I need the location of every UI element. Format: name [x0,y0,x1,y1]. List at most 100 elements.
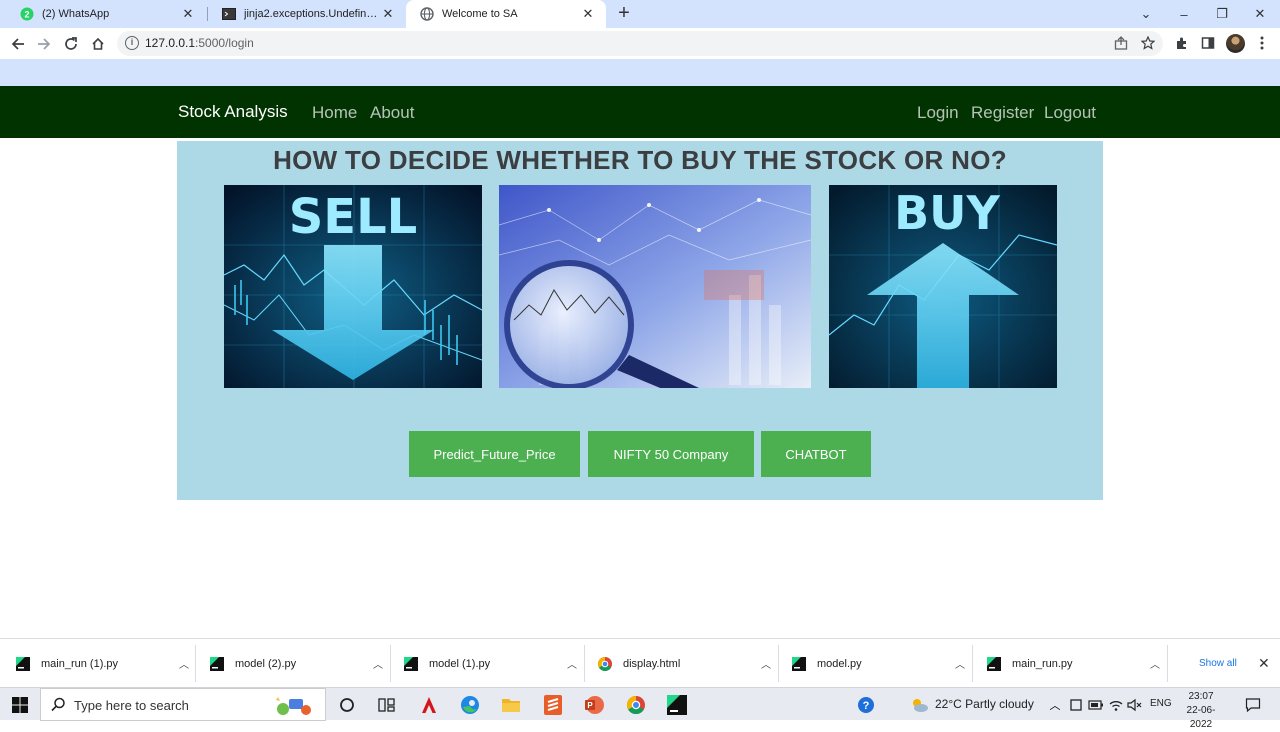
weather-text[interactable]: 22°C Partly cloudy [935,697,1034,711]
taskbar-search-box[interactable]: Type here to search [40,688,326,721]
address-bar[interactable]: i 127.0.0.1:5000/login [117,31,1163,56]
battery-icon[interactable] [1086,695,1106,715]
search-placeholder: Type here to search [74,698,189,713]
svg-text:2: 2 [24,10,29,20]
stock-analysis-image [499,185,811,388]
site-info-icon[interactable]: i [125,36,139,50]
hero-section: HOW TO DECIDE WHETHER TO BUY THE STOCK O… [177,141,1103,500]
chatbot-button[interactable]: CHATBOT [761,431,871,477]
pycharm-file-icon [987,656,1001,671]
download-item[interactable]: main_run (1).py ︿ [0,639,194,688]
chevron-up-icon[interactable]: ︿ [368,656,388,671]
wifi-icon[interactable] [1106,695,1126,715]
nav-register-link[interactable]: Register [971,103,1034,123]
chevron-up-icon[interactable]: ︿ [1145,656,1165,671]
bookmark-star-icon[interactable] [1140,35,1156,51]
home-icon[interactable] [88,34,108,54]
chrome-icon[interactable] [626,695,646,715]
url-text: 127.0.0.1:5000/login [145,36,254,50]
svg-text:SELL: SELL [289,189,418,245]
whatsapp-icon: 2 [20,7,34,21]
nav-login-link[interactable]: Login [917,103,959,123]
pycharm-file-icon [16,656,30,671]
maximize-icon[interactable]: ❐ [1203,0,1241,28]
sell-image: SELL [224,185,482,388]
side-panel-icon[interactable] [1200,35,1216,51]
taskbar-clock[interactable]: 23:07 22-06-2022 [1178,690,1224,732]
tab-title: jinja2.exceptions.UndefinedError [244,8,380,20]
edge-icon[interactable] [460,695,480,715]
tray-apps-icon[interactable] [1066,695,1086,715]
site-brand[interactable]: Stock Analysis [178,102,288,122]
globe-icon [420,7,434,21]
tab-whatsapp[interactable]: 2 (2) WhatsApp ✕ [6,0,206,28]
pycharm-file-icon [792,656,806,671]
cortana-icon[interactable] [337,695,357,715]
site-navbar: Stock Analysis Home About Login Register… [0,86,1280,138]
tray-expand-chevron-icon[interactable]: ︿ [1045,695,1065,715]
acrobat-icon[interactable] [419,695,439,715]
nav-logout-link[interactable]: Logout [1044,103,1096,123]
download-item[interactable]: display.html ︿ [582,639,776,688]
powerpoint-icon[interactable]: P [584,695,604,715]
tab-search-chevron-icon[interactable]: ⌄ [1127,0,1165,28]
clock-time: 23:07 [1188,691,1214,702]
weather-partly-cloudy-icon [909,695,929,715]
download-divider [1167,645,1168,682]
menu-dots-icon[interactable] [1254,35,1270,51]
show-all-downloads-link[interactable]: Show all [1199,658,1237,669]
pycharm-icon[interactable] [667,695,687,715]
clock-date: 22-06-2022 [1186,705,1216,730]
tab-title: Welcome to SA [442,8,518,20]
forward-icon[interactable] [34,34,54,54]
extensions-icon[interactable] [1174,35,1190,51]
profile-avatar[interactable] [1226,34,1245,53]
download-item[interactable]: model.py ︿ [776,639,970,688]
windows-start-icon[interactable] [10,695,30,715]
chevron-up-icon[interactable]: ︿ [174,656,194,671]
close-tab-icon[interactable]: ✕ [380,6,396,22]
nifty-50-company-button[interactable]: NIFTY 50 Company [588,431,754,477]
download-item[interactable]: model (2).py ︿ [194,639,388,688]
chrome-file-icon [598,656,612,671]
language-indicator[interactable]: ENG [1150,698,1172,709]
task-view-icon[interactable] [377,695,397,715]
volume-muted-icon[interactable] [1125,695,1145,715]
chevron-up-icon[interactable]: ︿ [562,656,582,671]
pycharm-file-icon [404,656,418,671]
close-window-icon[interactable]: ✕ [1241,0,1279,28]
tab-welcome-to-sa[interactable]: Welcome to SA ✕ [406,0,606,28]
file-explorer-icon[interactable] [501,695,521,715]
download-filename: main_run (1).py [41,657,119,670]
predict-future-price-button[interactable]: Predict_Future_Price [409,431,580,477]
close-tab-icon[interactable]: ✕ [580,6,596,22]
terminal-icon [222,7,236,21]
minimize-icon[interactable]: – [1165,0,1203,28]
download-item[interactable]: main_run.py ︿ [971,639,1165,688]
chevron-up-icon[interactable]: ︿ [756,656,776,671]
svg-text:BUY: BUY [894,186,1000,240]
bookmarks-bar [0,59,1280,86]
help-icon[interactable]: ? [856,695,876,715]
windows-taskbar: Type here to search P ? 22°C Partly clou… [0,687,1280,730]
download-filename: model (1).py [429,657,491,670]
share-icon[interactable] [1113,35,1129,51]
nav-about-link[interactable]: About [370,103,414,123]
tab-title: (2) WhatsApp [42,8,110,20]
download-item[interactable]: model (1).py ︿ [388,639,582,688]
notifications-icon[interactable] [1243,695,1263,715]
chevron-up-icon[interactable]: ︿ [950,656,970,671]
browser-toolbar: i 127.0.0.1:5000/login [0,28,1280,59]
svg-text:P: P [587,701,593,710]
back-icon[interactable] [8,34,28,54]
browser-tab-strip: 2 (2) WhatsApp ✕ jinja2.exceptions.Undef… [0,0,1280,28]
sublime-text-icon[interactable] [543,695,563,715]
download-filename: model (2).py [235,657,297,670]
tab-jinja-error[interactable]: jinja2.exceptions.UndefinedError ✕ [208,0,406,28]
pycharm-file-icon [210,656,224,671]
reload-icon[interactable] [61,34,81,54]
close-downloads-icon[interactable]: ✕ [1258,655,1270,672]
close-tab-icon[interactable]: ✕ [180,6,196,22]
nav-home-link[interactable]: Home [312,103,357,123]
new-tab-icon[interactable]: + [614,3,634,24]
